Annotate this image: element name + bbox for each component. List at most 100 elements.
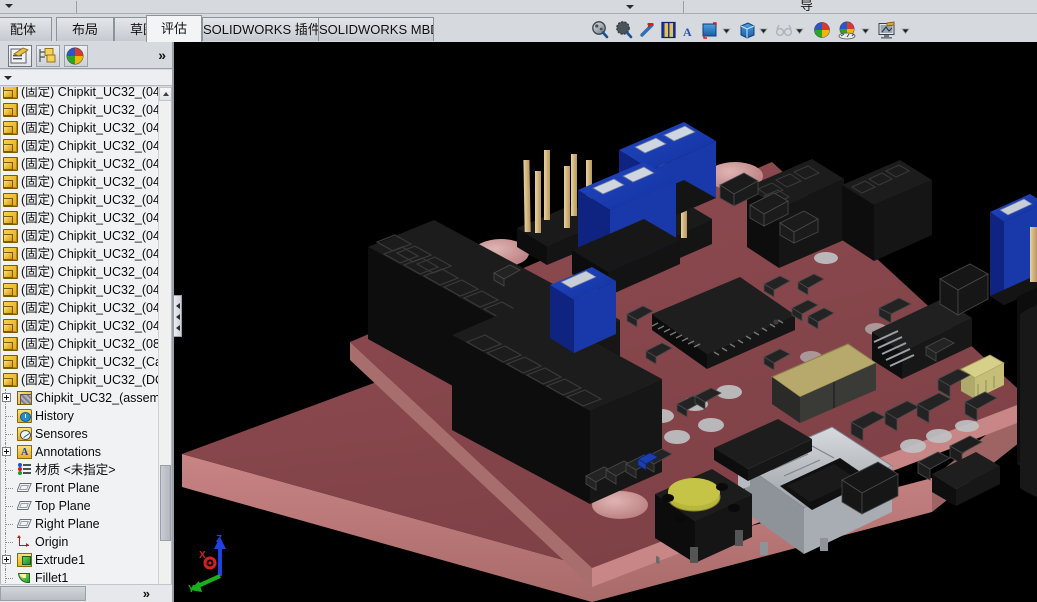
tree-item[interactable]: (固定) Chipkit_UC32_(040 [1,101,165,119]
tree-vertical-scrollbar[interactable] [158,87,171,602]
tree-horizontal-scrollbar[interactable]: » [0,584,172,602]
strip-divider-1 [76,1,77,13]
tab-assembly[interactable]: 配体 [0,17,52,41]
tree-branch-line [6,470,13,471]
component-fixed-icon [3,175,18,189]
tree-item[interactable]: (固定) Chipkit_UC32_(080 [1,335,165,353]
tree-branch-line [6,434,13,435]
tree-scroll-thumb[interactable] [160,465,171,541]
tree-item-label: Annotations [35,445,102,459]
tree-scroll-up-button[interactable] [159,87,171,101]
tree-item[interactable]: (固定) Chipkit_UC32_(040 [1,191,165,209]
history-icon [17,409,32,423]
tree-item[interactable]: Right Plane [1,515,165,533]
tree-item-label: (固定) Chipkit_UC32_(040 [21,193,165,207]
tree-item[interactable]: Sensores [1,425,165,443]
axis-triad: Z Y X [188,534,226,595]
display-manager-tab-icon [66,47,84,65]
tab-evaluate[interactable]: 评估 [146,15,202,42]
tree-expand-toggle[interactable] [2,447,11,456]
tree-item[interactable]: (固定) Chipkit_UC32_(040 [1,119,165,137]
tree-item[interactable]: (固定) Chipkit_UC32_(Cap [1,353,165,371]
tree-item-label: (固定) Chipkit_UC32_(040 [21,247,165,261]
tree-item[interactable]: Extrude1 [1,551,165,569]
tree-item[interactable]: History [1,407,165,425]
tree-item[interactable]: (固定) Chipkit_UC32_(040 [1,173,165,191]
tree-item[interactable]: (固定) Chipkit_UC32_(040 [1,281,165,299]
component-fixed-icon [3,265,18,279]
tree-branch-line [6,416,13,417]
tree-item-label: Extrude1 [35,553,86,567]
tree-item[interactable]: (固定) Chipkit_UC32_(DO [1,371,165,389]
tree-expand-toggle[interactable] [2,555,11,564]
apply-scene-icon [838,21,856,40]
axis-label-y: Y [188,584,195,595]
previous-view-icon [640,23,654,37]
tree-item[interactable]: A Annotations [1,443,165,461]
tree-item-label: (固定) Chipkit_UC32_(040 [21,211,165,225]
graphics-viewport[interactable]: Z Y X [172,42,1037,602]
tab-layout[interactable]: 布局 [56,17,114,41]
tree-item[interactable]: Top Plane [1,497,165,515]
feature-manager-tab-icon [10,47,29,64]
tree-item-label: (固定) Chipkit_UC32_(040 [21,157,165,171]
navigation-title: 导 [800,0,814,13]
tree-filter-bar[interactable] [0,70,172,86]
component-fixed-icon [3,157,18,171]
strip-dropdown-caret-icon[interactable] [626,5,634,9]
view-settings-caret-icon [901,28,910,35]
tree-item-label: Top Plane [35,499,91,513]
component-fixed-icon [3,103,18,117]
component-fixed-icon [3,301,18,315]
tree-item-label: 材质 <未指定> [35,463,116,477]
tree-item[interactable]: (固定) Chipkit_UC32_(040 [1,299,165,317]
tree-item[interactable]: 材质 <未指定> [1,461,165,479]
component-fixed-icon [3,319,18,333]
tree-branch-line [6,506,13,507]
display-manager-tab[interactable] [64,45,88,67]
plane-icon [17,499,32,513]
plane-icon [17,517,32,531]
tree-item-label: (固定) Chipkit_UC32_(040 [21,175,165,189]
tree-hscroll-thumb[interactable] [0,586,86,601]
tree-item[interactable]: (固定) Chipkit_UC32_(040 [1,209,165,227]
hide-show-caret-icon [795,28,804,35]
tree-hscroll-right-button[interactable]: » [143,587,150,600]
tree-filter-caret-icon[interactable] [4,76,12,80]
plane-icon [17,481,32,495]
material-icon [17,463,32,477]
tree-expand-toggle[interactable] [2,393,11,402]
tree-item-label: (固定) Chipkit_UC32_(040 [21,121,165,135]
tree-item[interactable]: (固定) Chipkit_UC32_(040 [1,317,165,335]
tree-item-label: (固定) Chipkit_UC32_(Cap [21,355,165,369]
tree-item[interactable]: Origin [1,533,165,551]
tree-item[interactable]: (固定) Chipkit_UC32_(040 [1,227,165,245]
splitter-arrow-1 [176,303,180,309]
tree-item[interactable]: (固定) Chipkit_UC32_(040 [1,245,165,263]
property-manager-tab[interactable] [36,45,60,67]
sensors-icon [17,427,32,441]
tree-item[interactable]: (固定) Chipkit_UC32_(040 [1,155,165,173]
tree-item-label: Chipkit_UC32_(assem [35,391,161,405]
pcb-3d-model[interactable]: Z Y X [172,42,1037,602]
tree-item[interactable]: Front Plane [1,479,165,497]
tree-item[interactable]: (固定) Chipkit_UC32_(040 [1,137,165,155]
component-fixed-icon [3,211,18,225]
quick-access-caret-icon[interactable] [5,4,13,8]
component-fixed-icon [3,355,18,369]
tree-item[interactable]: (固定) Chipkit_UC32_(040 [1,87,165,101]
property-manager-tab-icon [39,48,56,63]
view-orientation-caret-icon [722,28,731,35]
feature-tree-container[interactable]: (固定) Chipkit_UC32_(040 (固定) Chipkit_UC32_… [0,87,172,602]
tree-item-label: (固定) Chipkit_UC32_(040 [21,103,165,117]
tree-item[interactable]: (固定) Chipkit_UC32_(040 [1,263,165,281]
panel-splitter-handle[interactable] [173,295,182,337]
tab-solidworks-mbd[interactable]: SOLIDWORKS MBD [318,17,434,41]
tree-item[interactable]: Chipkit_UC32_(assem [1,389,165,407]
splitter-arrow-2 [176,314,180,320]
feature-manager-tab[interactable] [8,45,32,67]
panel-overflow-button[interactable]: » [158,47,166,63]
feature-manager-panel: » (固定) Chipkit_UC32_(040 (固定) Chipkit_UC3… [0,42,172,602]
tab-solidworks-addins[interactable]: SOLIDWORKS 插件 [202,17,319,41]
annotations-icon: A [17,445,32,459]
